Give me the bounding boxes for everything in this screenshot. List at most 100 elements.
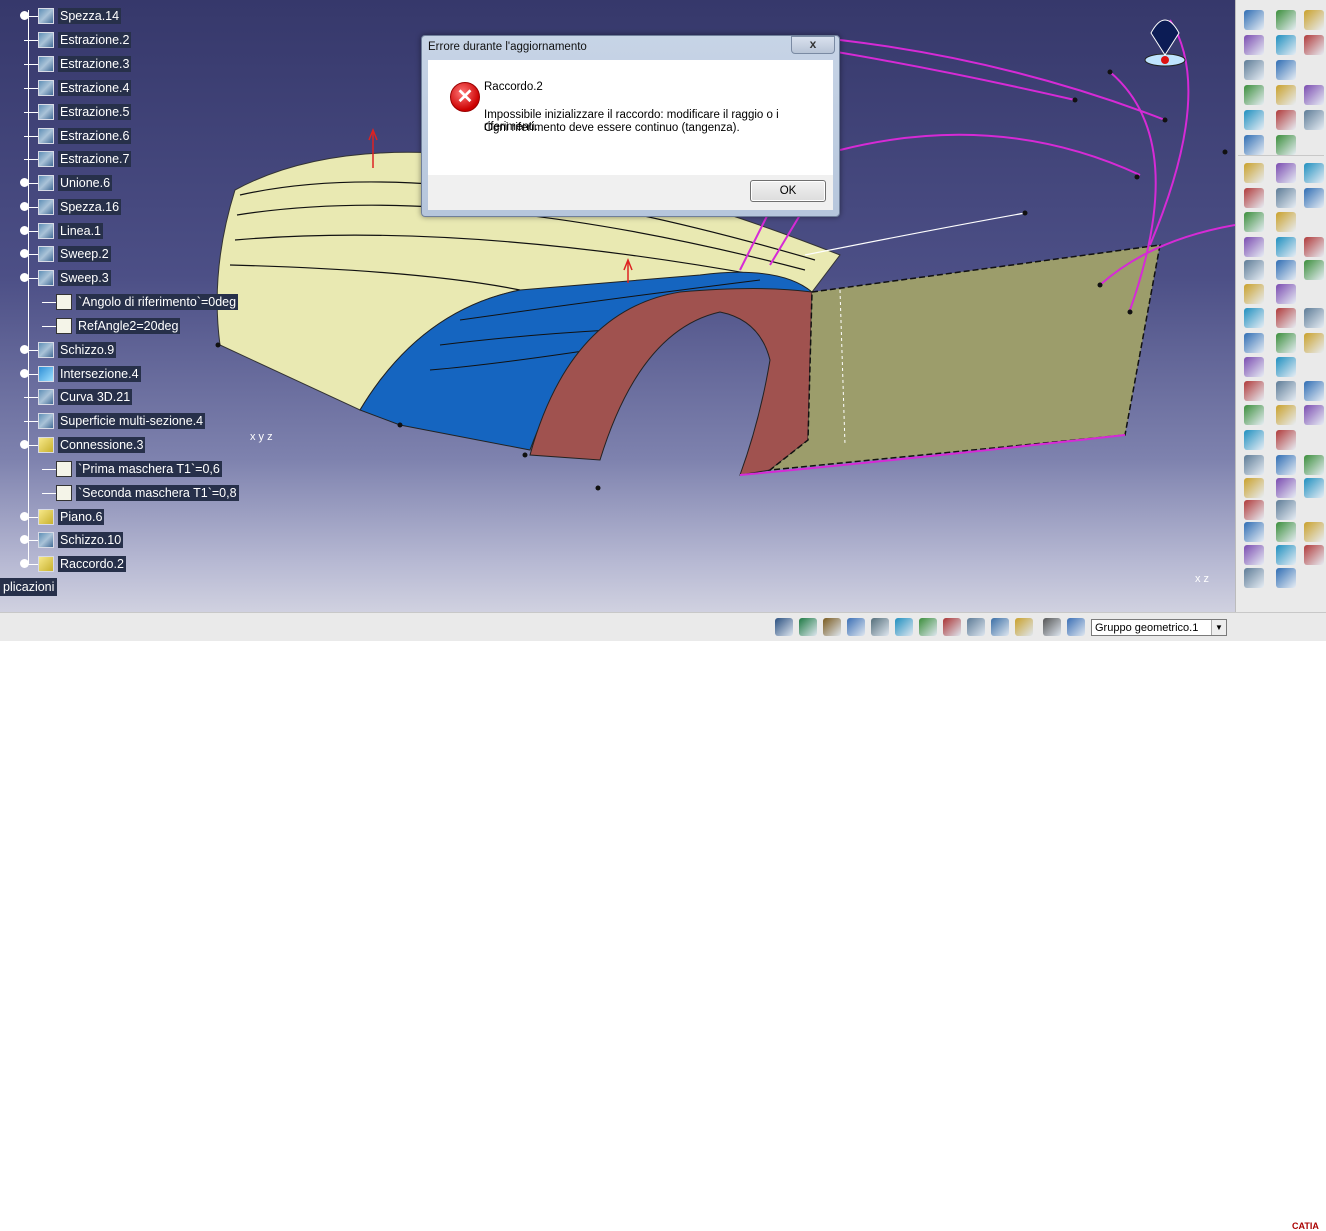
view-tool-icon[interactable] [775, 618, 793, 636]
toolbar-tool-icon[interactable] [1304, 522, 1324, 542]
toolbar-tool-icon[interactable] [1304, 188, 1324, 208]
toolbar-tool-icon[interactable] [1244, 188, 1264, 208]
tree-node-11[interactable]: Sweep.3 [20, 268, 111, 288]
tree-node-18[interactable]: Connessione.3 [20, 435, 146, 455]
expand-toggle-icon[interactable] [20, 345, 29, 354]
ok-button[interactable]: OK [750, 180, 826, 202]
toolbar-tool-icon[interactable] [1304, 35, 1324, 55]
tree-node-17[interactable]: Superficie multi-sezione.4 [24, 411, 206, 431]
toolbar-tool-icon[interactable] [1304, 545, 1324, 565]
tree-node-3[interactable]: Estrazione.4 [24, 78, 132, 98]
toolbar-tool-icon[interactable] [1244, 260, 1264, 280]
geometric-set-select[interactable]: Gruppo geometrico.1 ▼ [1091, 619, 1227, 636]
toolbar-tool-icon[interactable] [1244, 212, 1264, 232]
tree-node-0[interactable]: Spezza.14 [20, 6, 122, 26]
toolbar-tool-icon[interactable] [1276, 60, 1296, 80]
chevron-down-icon[interactable]: ▼ [1211, 620, 1226, 635]
toolbar-tool-icon[interactable] [1304, 163, 1324, 183]
toolbar-tool-icon[interactable] [1304, 85, 1324, 105]
tree-node-2[interactable]: Estrazione.3 [24, 54, 132, 74]
tree-node-5[interactable]: Estrazione.6 [24, 126, 132, 146]
view-tool-icon[interactable] [823, 618, 841, 636]
toolbar-tool-icon[interactable] [1276, 430, 1296, 450]
toolbar-tool-icon[interactable] [1244, 455, 1264, 475]
toolbar-tool-icon[interactable] [1244, 60, 1264, 80]
tree-node-12[interactable]: `Angolo di riferimento`=0deg [42, 292, 239, 312]
tree-node-13[interactable]: RefAngle2=20deg [42, 316, 181, 336]
tree-node-1[interactable]: Estrazione.2 [24, 30, 132, 50]
toolbar-tool-icon[interactable] [1276, 35, 1296, 55]
toolbar-tool-icon[interactable] [1304, 381, 1324, 401]
view-tool-icon[interactable] [799, 618, 817, 636]
toolbar-tool-icon[interactable] [1244, 381, 1264, 401]
toolbar-tool-icon[interactable] [1304, 478, 1324, 498]
toolbar-tool-icon[interactable] [1276, 163, 1296, 183]
toolbar-tool-icon[interactable] [1276, 500, 1296, 520]
toolbar-tool-icon[interactable] [1244, 284, 1264, 304]
toolbar-tool-icon[interactable] [1244, 85, 1264, 105]
toolbar-tool-icon[interactable] [1276, 545, 1296, 565]
toolbar-tool-icon[interactable] [1244, 357, 1264, 377]
toolbar-tool-icon[interactable] [1244, 430, 1264, 450]
tree-node-22[interactable]: Schizzo.10 [20, 530, 124, 550]
view-tool-icon[interactable] [919, 618, 937, 636]
toolbar-tool-icon[interactable] [1276, 85, 1296, 105]
expand-toggle-icon[interactable] [20, 249, 29, 258]
toolbar-tool-icon[interactable] [1276, 478, 1296, 498]
toolbar-tool-icon[interactable] [1276, 568, 1296, 588]
tree-node-14[interactable]: Schizzo.9 [20, 340, 117, 360]
view-tool-icon[interactable] [895, 618, 913, 636]
toolbar-tool-icon[interactable] [1244, 405, 1264, 425]
toolbar-tool-icon[interactable] [1276, 212, 1296, 232]
expand-toggle-icon[interactable] [20, 512, 29, 521]
expand-toggle-icon[interactable] [20, 440, 29, 449]
tree-node-23[interactable]: Raccordo.2 [20, 554, 126, 574]
toolbar-tool-icon[interactable] [1244, 110, 1264, 130]
view-tool-icon[interactable] [1067, 618, 1085, 636]
view-tool-icon[interactable] [943, 618, 961, 636]
tree-node-10[interactable]: Sweep.2 [20, 244, 111, 264]
tree-node-20[interactable]: `Seconda maschera T1`=0,8 [42, 483, 239, 503]
applications-node[interactable]: plicazioni [0, 578, 58, 596]
toolbar-tool-icon[interactable] [1304, 110, 1324, 130]
tree-node-7[interactable]: Unione.6 [20, 173, 113, 193]
toolbar-tool-icon[interactable] [1244, 308, 1264, 328]
tree-node-4[interactable]: Estrazione.5 [24, 102, 132, 122]
view-tool-icon[interactable] [847, 618, 865, 636]
tree-node-19[interactable]: `Prima maschera T1`=0,6 [42, 459, 222, 479]
view-tool-icon[interactable] [1015, 618, 1033, 636]
tree-node-8[interactable]: Spezza.16 [20, 197, 122, 217]
view-tool-icon[interactable] [991, 618, 1009, 636]
toolbar-tool-icon[interactable] [1304, 455, 1324, 475]
toolbar-tool-icon[interactable] [1244, 10, 1264, 30]
toolbar-tool-icon[interactable] [1304, 333, 1324, 353]
3d-viewport[interactable]: x y z x z Spezza.14 Estrazione.2 Estrazion… [0, 0, 1235, 612]
toolbar-tool-icon[interactable] [1276, 10, 1296, 30]
expand-toggle-icon[interactable] [20, 226, 29, 235]
toolbar-tool-icon[interactable] [1244, 500, 1264, 520]
toolbar-tool-icon[interactable] [1276, 188, 1296, 208]
expand-toggle-icon[interactable] [20, 178, 29, 187]
toolbar-tool-icon[interactable] [1276, 405, 1296, 425]
toolbar-tool-icon[interactable] [1244, 568, 1264, 588]
toolbar-tool-icon[interactable] [1276, 260, 1296, 280]
toolbar-tool-icon[interactable] [1244, 545, 1264, 565]
close-button[interactable]: x [791, 36, 835, 54]
toolbar-tool-icon[interactable] [1276, 308, 1296, 328]
expand-toggle-icon[interactable] [20, 11, 29, 20]
toolbar-tool-icon[interactable] [1244, 522, 1264, 542]
tree-node-15[interactable]: Intersezione.4 [20, 364, 141, 384]
toolbar-tool-icon[interactable] [1244, 333, 1264, 353]
tree-node-21[interactable]: Piano.6 [20, 507, 105, 527]
toolbar-tool-icon[interactable] [1276, 455, 1296, 475]
toolbar-tool-icon[interactable] [1304, 405, 1324, 425]
toolbar-tool-icon[interactable] [1304, 308, 1324, 328]
expand-toggle-icon[interactable] [20, 273, 29, 282]
toolbar-tool-icon[interactable] [1276, 135, 1296, 155]
toolbar-tool-icon[interactable] [1276, 284, 1296, 304]
toolbar-tool-icon[interactable] [1304, 260, 1324, 280]
toolbar-tool-icon[interactable] [1244, 478, 1264, 498]
toolbar-tool-icon[interactable] [1244, 237, 1264, 257]
tree-node-6[interactable]: Estrazione.7 [24, 149, 132, 169]
toolbar-tool-icon[interactable] [1276, 237, 1296, 257]
